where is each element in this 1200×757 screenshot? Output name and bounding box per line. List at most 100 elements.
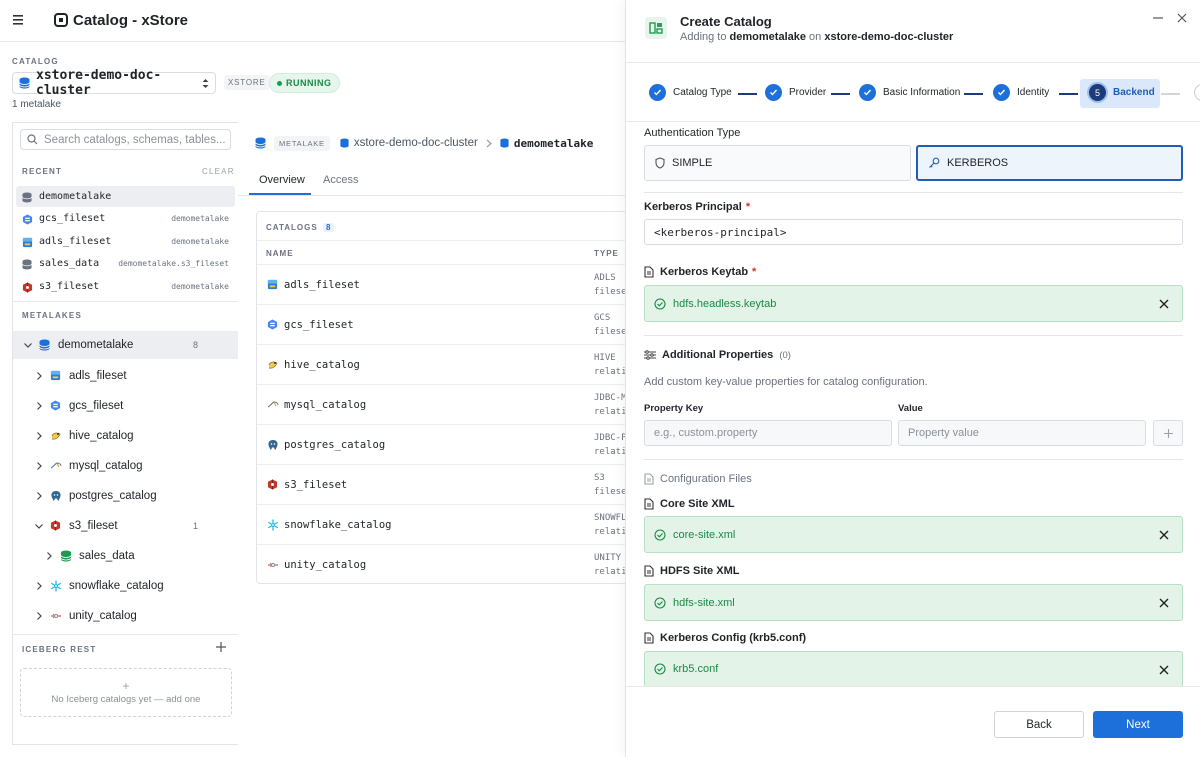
step-6[interactable]: 6 (1194, 84, 1200, 101)
auth-option-kerberos[interactable]: KERBEROS (916, 145, 1183, 181)
tab-overview[interactable]: Overview (259, 174, 305, 186)
chevron-right-icon[interactable] (34, 431, 44, 441)
close-icon[interactable] (1177, 13, 1187, 23)
principal-label-text: Kerberos Principal (644, 201, 742, 213)
chevron-down-icon[interactable] (34, 521, 44, 531)
step-5[interactable]: 5 Backend (1089, 84, 1155, 101)
tree-item-label: s3_fileset (69, 520, 118, 532)
col-name-header: NAME (266, 249, 294, 258)
subtitle-on: on (809, 31, 822, 43)
remove-file-icon[interactable] (1159, 530, 1169, 540)
prop-key-input[interactable]: e.g., custom.property (644, 420, 892, 446)
chevron-right-icon[interactable] (34, 491, 44, 501)
step-1[interactable]: Catalog Type (649, 84, 732, 101)
chevron-right-icon[interactable] (34, 401, 44, 411)
auth-type-label: Authentication Type (644, 127, 741, 139)
mysql-icon (50, 460, 62, 472)
core-site-file: core-site.xml (644, 516, 1183, 553)
catalog-name: s3_fileset (284, 479, 348, 491)
back-button[interactable]: Back (994, 711, 1084, 738)
tree-item-adls-fileset[interactable]: adls_fileset (13, 362, 238, 390)
file-icon (644, 266, 654, 278)
tree-item-hive-catalog[interactable]: hive_catalog (13, 422, 238, 450)
tree-item-label: demometalake (58, 339, 134, 351)
remove-file-icon[interactable] (1159, 665, 1169, 675)
hamburger-menu-icon[interactable] (13, 14, 27, 26)
iceberg-empty-state[interactable]: + No Iceberg catalogs yet — add one (20, 668, 232, 717)
recent-item[interactable]: demometalake (16, 186, 235, 207)
s3-icon (50, 520, 62, 532)
search-placeholder: Search catalogs, schemas, tables... (44, 133, 226, 146)
database-icon (39, 339, 51, 351)
catalog-name: unity_catalog (284, 559, 367, 571)
status-dot-icon (277, 80, 282, 86)
plus-icon: + (122, 679, 130, 693)
catalog-type: SNOWFLAKE relational (594, 511, 625, 539)
type-badge: XSTORE (224, 75, 270, 90)
chevron-right-icon[interactable] (34, 611, 44, 621)
clear-recent-button[interactable]: CLEAR (202, 167, 235, 176)
catalog-type: UNITY relational (594, 551, 625, 579)
table-row[interactable]: s3_fileset S3 fileset (257, 464, 625, 504)
next-button[interactable]: Next (1093, 711, 1183, 738)
table-row[interactable]: hive_catalog HIVE relational (257, 344, 625, 384)
prop-value-input[interactable]: Property value (898, 420, 1146, 446)
tree-item-sales-data[interactable]: sales_data (13, 542, 238, 570)
remove-file-icon[interactable] (1159, 299, 1169, 309)
chevron-right-icon[interactable] (34, 461, 44, 471)
database-icon (22, 192, 32, 202)
tree-item-s3-fileset[interactable]: s3_fileset 1 (13, 512, 238, 540)
step-connector (831, 93, 850, 95)
chevron-right-icon[interactable] (44, 551, 54, 561)
catalog-type: GCS fileset (594, 311, 625, 339)
remove-file-icon[interactable] (1159, 598, 1169, 608)
step-connector (1059, 93, 1078, 95)
tree-item-unity-catalog[interactable]: unity_catalog (13, 602, 238, 630)
additional-properties-header: Additional Properties (0) (644, 349, 791, 361)
chevron-down-icon[interactable] (23, 340, 33, 350)
tree-item-count: 8 (192, 340, 198, 350)
config-files-label: Configuration Files (660, 473, 752, 485)
step-label: Catalog Type (673, 87, 732, 98)
dialog-subtitle: Adding to demometalake on xstore-demo-do… (680, 31, 953, 43)
table-row[interactable]: postgres_catalog JDBC-POSTGRESQL relationa… (257, 424, 625, 464)
add-property-button[interactable] (1153, 420, 1183, 446)
catalog-type-provider: ADLS (594, 273, 616, 283)
catalog-type-kind: fileset (594, 487, 625, 497)
tree-item-gcs-fileset[interactable]: gcs_fileset (13, 392, 238, 420)
catalog-name: hive_catalog (284, 359, 360, 371)
recent-item[interactable]: sales_data demometalake.s3_fileset (16, 253, 235, 274)
step-2[interactable]: Provider (765, 84, 826, 101)
auth-option-simple[interactable]: SIMPLE (644, 145, 911, 181)
tree-item-mysql-catalog[interactable]: mysql_catalog (13, 452, 238, 480)
breadcrumb-current: demometalake (513, 136, 594, 150)
tab-access[interactable]: Access (323, 174, 358, 186)
table-row[interactable]: adls_fileset ADLS fileset (257, 264, 625, 304)
table-row[interactable]: gcs_fileset GCS fileset (257, 304, 625, 344)
minimize-icon[interactable] (1153, 13, 1163, 23)
cluster-select[interactable]: xstore-demo-doc-cluster (12, 68, 216, 98)
recent-item[interactable]: s3_fileset demometalake (16, 276, 235, 297)
chevron-right-icon[interactable] (34, 581, 44, 591)
recent-item[interactable]: adls_fileset demometalake (16, 231, 235, 252)
breadcrumb-cluster[interactable]: xstore-demo-doc-cluster (354, 137, 478, 149)
recent-item[interactable]: gcs_fileset demometalake (16, 208, 235, 229)
table-row[interactable]: unity_catalog UNITY relational (257, 544, 625, 583)
table-row[interactable]: mysql_catalog JDBC-MYSQL relational (257, 384, 625, 424)
search-input[interactable]: Search catalogs, schemas, tables... (20, 129, 231, 150)
step-4[interactable]: Identity (993, 84, 1049, 101)
dialog-title: Create Catalog (680, 14, 772, 29)
tree-item-label: postgres_catalog (69, 490, 157, 502)
tree-item-snowflake-catalog[interactable]: snowflake_catalog (13, 572, 238, 600)
tree-item-postgres-catalog[interactable]: postgres_catalog (13, 482, 238, 510)
chevron-right-icon[interactable] (34, 371, 44, 381)
principal-input[interactable]: <kerberos-principal> (644, 219, 1183, 245)
iceberg-label: ICEBERG REST (22, 645, 97, 654)
tree-item-label: unity_catalog (69, 610, 137, 622)
table-row[interactable]: snowflake_catalog SNOWFLAKE relational (257, 504, 625, 544)
hdfs-site-label: HDFS Site XML (644, 565, 739, 577)
tree-item-demometalake[interactable]: demometalake 8 (13, 331, 238, 359)
add-iceberg-button[interactable] (216, 642, 226, 652)
config-files-header: Configuration Files (644, 473, 752, 485)
step-3[interactable]: Basic Information (859, 84, 960, 101)
